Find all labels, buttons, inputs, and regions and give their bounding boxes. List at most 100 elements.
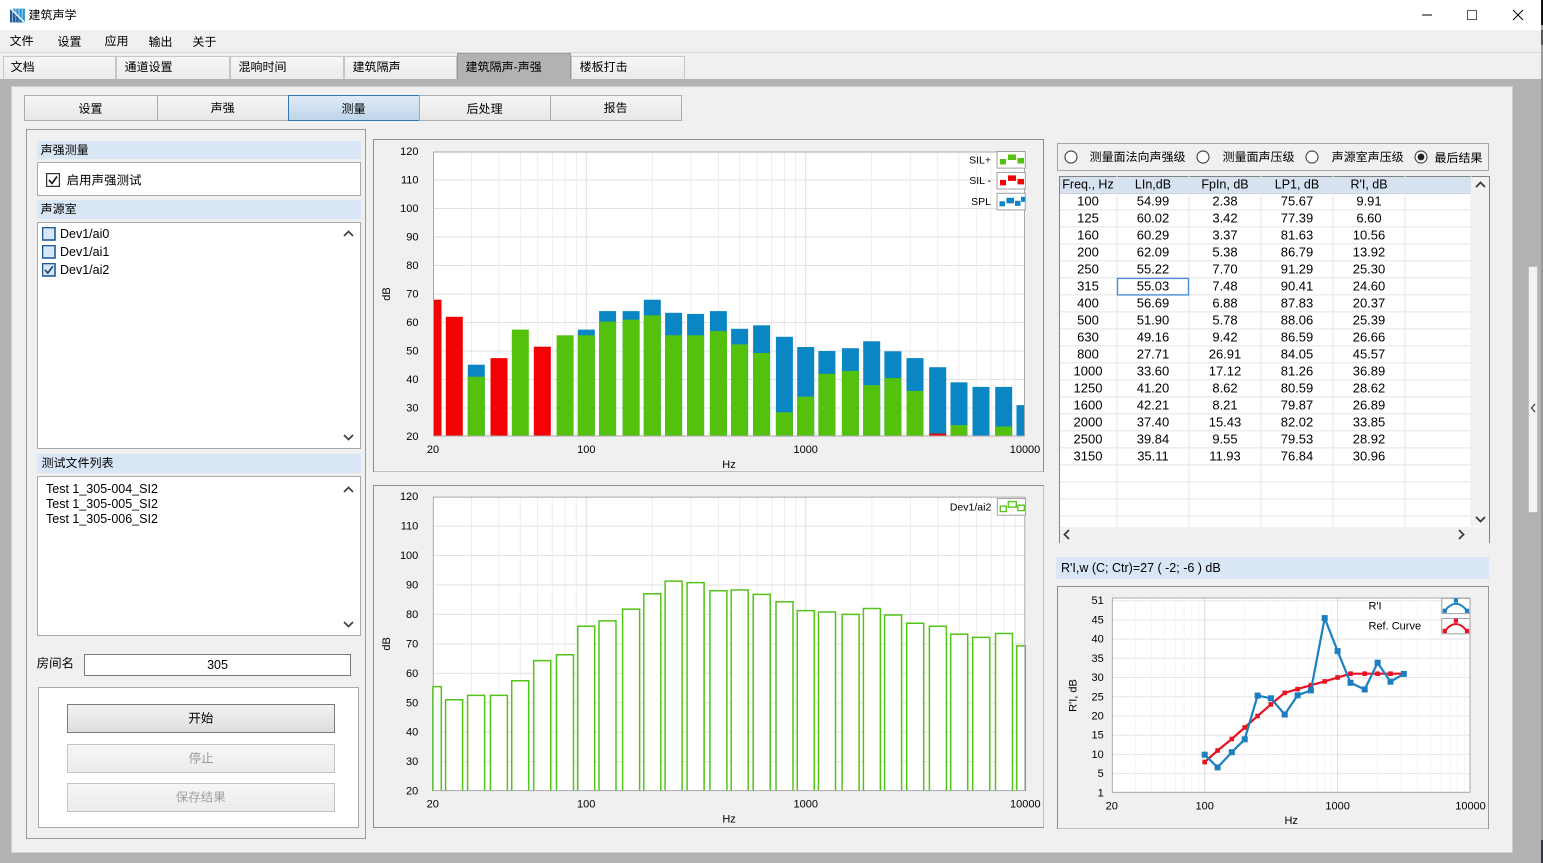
svg-text:200: 200 bbox=[1077, 245, 1099, 260]
svg-text:3150: 3150 bbox=[1074, 449, 1103, 464]
svg-text:1: 1 bbox=[1097, 787, 1103, 799]
svg-text:6.60: 6.60 bbox=[1356, 211, 1381, 226]
svg-text:75.67: 75.67 bbox=[1281, 194, 1314, 209]
svg-text:91.29: 91.29 bbox=[1281, 262, 1314, 277]
svg-text:Hz: Hz bbox=[722, 814, 735, 826]
svg-text:54.99: 54.99 bbox=[1137, 194, 1170, 209]
svg-text:70: 70 bbox=[406, 288, 418, 300]
svg-text:20.37: 20.37 bbox=[1353, 296, 1386, 311]
svg-text:24.60: 24.60 bbox=[1353, 279, 1386, 294]
svg-text:35.11: 35.11 bbox=[1137, 449, 1169, 464]
svg-text:33.85: 33.85 bbox=[1353, 415, 1386, 430]
svg-text:90: 90 bbox=[406, 580, 418, 592]
svg-text:40: 40 bbox=[406, 727, 418, 739]
svg-text:76.84: 76.84 bbox=[1281, 449, 1314, 464]
svg-text:2.38: 2.38 bbox=[1212, 194, 1237, 209]
svg-text:10.56: 10.56 bbox=[1353, 228, 1386, 243]
svg-text:1000: 1000 bbox=[1074, 364, 1103, 379]
svg-text:FpIn, dB: FpIn, dB bbox=[1201, 178, 1248, 192]
svg-text:10000: 10000 bbox=[1010, 799, 1041, 811]
svg-text:10000: 10000 bbox=[1010, 444, 1041, 456]
svg-text:110: 110 bbox=[401, 174, 419, 186]
svg-text:20: 20 bbox=[1091, 710, 1103, 722]
svg-text:39.84: 39.84 bbox=[1137, 432, 1170, 447]
svg-text:1000: 1000 bbox=[793, 444, 817, 456]
svg-text:Ref. Curve: Ref. Curve bbox=[1368, 620, 1421, 632]
svg-text:R'I, dB: R'I, dB bbox=[1350, 178, 1387, 192]
svg-text:27.71: 27.71 bbox=[1137, 347, 1170, 362]
svg-text:100: 100 bbox=[577, 444, 595, 456]
svg-text:120: 120 bbox=[400, 491, 418, 503]
svg-text:37.40: 37.40 bbox=[1137, 415, 1170, 430]
svg-text:630: 630 bbox=[1077, 330, 1099, 345]
svg-text:R'I: R'I bbox=[1368, 600, 1381, 612]
svg-text:55.03: 55.03 bbox=[1137, 279, 1170, 294]
svg-text:17.12: 17.12 bbox=[1209, 364, 1242, 379]
svg-text:1000: 1000 bbox=[1325, 800, 1349, 812]
svg-text:55.22: 55.22 bbox=[1137, 262, 1170, 277]
svg-text:50: 50 bbox=[406, 698, 418, 710]
svg-text:R'I, dB: R'I, dB bbox=[1067, 679, 1079, 712]
svg-text:45.57: 45.57 bbox=[1353, 347, 1386, 362]
svg-text:6.88: 6.88 bbox=[1212, 296, 1237, 311]
svg-text:15.43: 15.43 bbox=[1209, 415, 1242, 430]
svg-text:60.02: 60.02 bbox=[1137, 211, 1170, 226]
svg-text:88.06: 88.06 bbox=[1281, 313, 1314, 328]
svg-text:125: 125 bbox=[1077, 211, 1099, 226]
svg-text:Freq., Hz: Freq., Hz bbox=[1062, 178, 1113, 192]
svg-text:60: 60 bbox=[406, 668, 418, 680]
svg-text:110: 110 bbox=[400, 521, 418, 533]
svg-text:dB: dB bbox=[381, 287, 393, 300]
svg-text:10000: 10000 bbox=[1455, 800, 1486, 812]
svg-text:Hz: Hz bbox=[1284, 815, 1297, 827]
svg-text:28.92: 28.92 bbox=[1353, 432, 1386, 447]
svg-text:13.92: 13.92 bbox=[1353, 245, 1386, 260]
svg-text:3.42: 3.42 bbox=[1212, 211, 1237, 226]
svg-text:LP1, dB: LP1, dB bbox=[1275, 178, 1319, 192]
svg-text:81.26: 81.26 bbox=[1281, 364, 1314, 379]
svg-text:33.60: 33.60 bbox=[1137, 364, 1170, 379]
svg-text:20: 20 bbox=[1105, 800, 1117, 812]
svg-text:800: 800 bbox=[1077, 347, 1099, 362]
svg-text:90: 90 bbox=[406, 231, 418, 243]
svg-text:87.83: 87.83 bbox=[1281, 296, 1314, 311]
svg-text:26.91: 26.91 bbox=[1209, 347, 1242, 362]
svg-text:10: 10 bbox=[1091, 748, 1103, 760]
svg-text:51: 51 bbox=[1091, 595, 1103, 607]
svg-text:60: 60 bbox=[406, 317, 418, 329]
svg-text:40: 40 bbox=[1091, 633, 1103, 645]
svg-text:LIn,dB: LIn,dB bbox=[1135, 178, 1171, 192]
svg-text:100: 100 bbox=[1077, 194, 1099, 209]
svg-text:315: 315 bbox=[1077, 279, 1099, 294]
svg-text:500: 500 bbox=[1077, 313, 1099, 328]
svg-text:51.90: 51.90 bbox=[1137, 313, 1170, 328]
svg-text:1600: 1600 bbox=[1074, 398, 1103, 413]
svg-text:5: 5 bbox=[1097, 768, 1103, 780]
svg-text:20: 20 bbox=[406, 431, 418, 443]
svg-text:86.59: 86.59 bbox=[1281, 330, 1314, 345]
svg-text:40: 40 bbox=[406, 374, 418, 386]
svg-text:90.41: 90.41 bbox=[1281, 279, 1314, 294]
svg-text:100: 100 bbox=[1195, 800, 1213, 812]
svg-text:3.37: 3.37 bbox=[1212, 228, 1237, 243]
svg-text:250: 250 bbox=[1077, 262, 1099, 277]
svg-text:41.20: 41.20 bbox=[1137, 381, 1170, 396]
svg-text:28.62: 28.62 bbox=[1353, 381, 1386, 396]
svg-text:100: 100 bbox=[400, 550, 418, 562]
svg-text:Hz: Hz bbox=[722, 459, 735, 471]
svg-text:42.21: 42.21 bbox=[1137, 398, 1170, 413]
svg-text:81.63: 81.63 bbox=[1281, 228, 1314, 243]
svg-text:25.30: 25.30 bbox=[1353, 262, 1386, 277]
svg-text:56.69: 56.69 bbox=[1137, 296, 1170, 311]
svg-text:20: 20 bbox=[427, 444, 439, 456]
svg-text:1250: 1250 bbox=[1074, 381, 1103, 396]
svg-text:79.53: 79.53 bbox=[1281, 432, 1314, 447]
svg-text:9.42: 9.42 bbox=[1212, 330, 1237, 345]
svg-text:1000: 1000 bbox=[793, 799, 817, 811]
svg-text:15: 15 bbox=[1091, 729, 1103, 741]
svg-text:77.39: 77.39 bbox=[1281, 211, 1314, 226]
svg-text:2500: 2500 bbox=[1074, 432, 1103, 447]
svg-text:26.66: 26.66 bbox=[1353, 330, 1386, 345]
svg-text:26.89: 26.89 bbox=[1353, 398, 1386, 413]
svg-text:25.39: 25.39 bbox=[1353, 313, 1386, 328]
